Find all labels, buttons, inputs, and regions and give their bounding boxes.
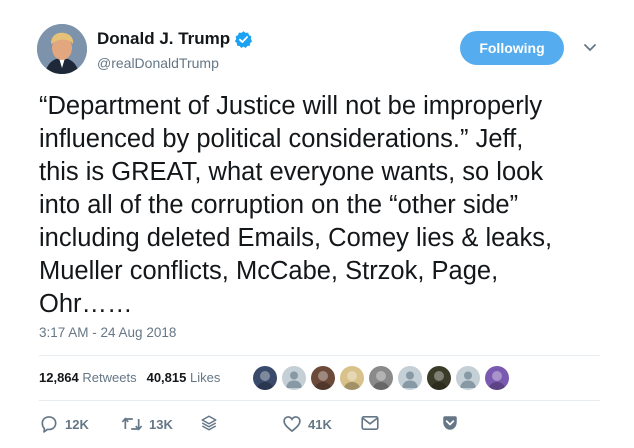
- liker-avatar[interactable]: [369, 366, 393, 390]
- likes-label: Likes: [189, 370, 221, 385]
- divider: [39, 355, 600, 356]
- handle[interactable]: @realDonaldTrump: [97, 55, 219, 71]
- verified-badge-icon: [235, 30, 253, 48]
- retweets-label: Retweets: [82, 370, 137, 385]
- reply-button[interactable]: 12K: [39, 414, 89, 434]
- like-button[interactable]: 41K: [282, 414, 332, 434]
- liker-avatar[interactable]: [311, 366, 335, 390]
- tweet-stats: 12,864 Retweets 40,815 Likes: [39, 370, 220, 385]
- pocket-button[interactable]: [441, 414, 459, 432]
- chevron-down-icon[interactable]: [583, 43, 597, 53]
- heart-icon: [283, 416, 301, 433]
- retweets-stat[interactable]: 12,864 Retweets: [39, 370, 137, 385]
- liker-avatar[interactable]: [282, 366, 306, 390]
- retweet-count: 13K: [149, 416, 173, 432]
- retweets-count: 12,864: [39, 370, 79, 385]
- envelope-icon: [361, 416, 379, 430]
- layers-icon: [201, 415, 217, 431]
- divider: [39, 400, 600, 401]
- liker-avatar[interactable]: [340, 366, 364, 390]
- liker-avatar[interactable]: [427, 366, 451, 390]
- retweet-icon: [121, 417, 143, 431]
- liker-avatar[interactable]: [485, 366, 509, 390]
- pocket-icon: [443, 416, 457, 430]
- tweet-timestamp[interactable]: 3:17 AM - 24 Aug 2018: [39, 325, 176, 340]
- reply-count: 12K: [65, 416, 89, 432]
- tweet-actions: 12K 13K 41K: [39, 414, 600, 438]
- like-count: 41K: [308, 416, 332, 432]
- direct-message-button[interactable]: [360, 414, 380, 432]
- reply-icon: [41, 416, 57, 433]
- liker-avatar[interactable]: [253, 366, 277, 390]
- tweet-text: “Department of Justice will not be impro…: [39, 92, 553, 318]
- following-button[interactable]: Following: [460, 31, 564, 65]
- liker-avatar[interactable]: [398, 366, 422, 390]
- avatar[interactable]: [37, 24, 87, 74]
- liker-avatars: [253, 366, 509, 390]
- liker-avatar[interactable]: [456, 366, 480, 390]
- name-row: Donald J. Trump: [97, 29, 253, 49]
- retweet-button[interactable]: 13K: [121, 414, 173, 434]
- layers-button[interactable]: [200, 414, 218, 432]
- likes-count: 40,815: [146, 370, 187, 385]
- likes-stat[interactable]: 40,815 Likes: [147, 370, 221, 385]
- display-name[interactable]: Donald J. Trump: [97, 29, 230, 49]
